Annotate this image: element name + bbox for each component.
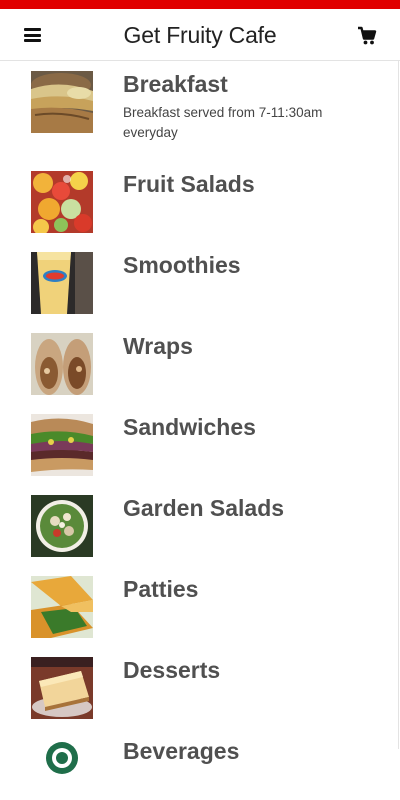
content-divider [398,60,399,749]
category-title: Patties [123,576,199,602]
category-title: Garden Salads [123,495,285,521]
patty-photo [31,576,93,638]
category-description: Breakfast served from 7-11:30am everyday [123,105,323,140]
category-title: Wraps [123,333,193,359]
sandwich-photo [31,414,93,476]
category-item-beverages[interactable]: Beverages [0,738,398,800]
beverage-photo [31,738,93,800]
fruit-salad-photo [31,171,93,233]
category-item-desserts[interactable]: Desserts [0,657,398,719]
category-item-wraps[interactable]: Wraps [0,333,398,395]
category-title: Breakfast [123,71,228,97]
category-item-breakfast[interactable]: Breakfast Breakfast served from 7-11:30a… [0,71,398,151]
category-title: Desserts [123,657,221,683]
app-header: Get Fruity Cafe [0,9,400,61]
category-item-fruit-salads[interactable]: Fruit Salads [0,171,398,233]
category-title: Smoothies [123,252,241,278]
category-title: Sandwiches [123,414,256,440]
brand-top-bar [0,0,400,9]
cheesecake-photo [31,657,93,719]
page-title: Get Fruity Cafe [123,22,277,48]
breakfast-sandwich-photo [31,71,93,133]
category-item-sandwiches[interactable]: Sandwiches [0,414,398,476]
category-title: Beverages [123,738,240,764]
wrap-photo [31,333,93,395]
category-item-smoothies[interactable]: Smoothies [0,252,398,314]
garden-salad-photo [31,495,93,557]
shopping-cart-icon[interactable] [357,26,377,46]
smoothie-cup-photo [31,252,93,314]
category-item-garden-salads[interactable]: Garden Salads [0,495,398,557]
category-item-patties[interactable]: Patties [0,576,398,638]
category-title: Fruit Salads [123,171,255,197]
